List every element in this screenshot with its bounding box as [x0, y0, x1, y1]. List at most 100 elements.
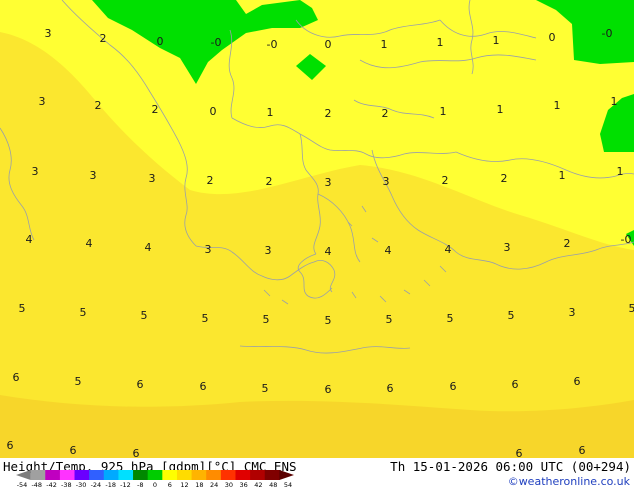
- value-label: 5: [80, 306, 87, 319]
- colorbar-tick-label: 30: [224, 481, 234, 489]
- value-label: 1: [559, 169, 566, 182]
- colorbar-segment: [250, 470, 266, 480]
- colorbar-segment: [206, 470, 222, 480]
- value-label: 1: [381, 38, 388, 51]
- value-label: 3: [149, 172, 156, 185]
- value-label: 3: [504, 241, 511, 254]
- colorbar-tick-label: 54: [283, 481, 293, 489]
- value-label: 5: [19, 302, 26, 315]
- value-label: 4: [86, 237, 93, 250]
- value-label: 1: [617, 165, 624, 178]
- colorbar-segment: [235, 470, 251, 480]
- value-label: 4: [385, 244, 392, 257]
- valid-time: Th 15-01-2026 06:00 UTC (00+294): [390, 459, 631, 474]
- value-label: 6: [13, 371, 20, 384]
- value-label: -0: [267, 38, 278, 51]
- value-label: 6: [325, 383, 332, 396]
- value-label: 2: [152, 103, 159, 116]
- value-label: 5: [75, 375, 82, 388]
- colorbar-tick-label: -12: [120, 481, 131, 489]
- value-label: 5: [263, 313, 270, 326]
- value-label: 6: [579, 444, 586, 457]
- value-label: 1: [497, 103, 504, 116]
- value-label: 6: [137, 378, 144, 391]
- value-label: 2: [266, 175, 273, 188]
- colorbar-segment: [176, 470, 193, 480]
- value-label: 2: [564, 237, 571, 250]
- value-label: 6: [512, 378, 519, 391]
- credit-link[interactable]: ©weatheronline.co.uk: [508, 475, 630, 488]
- colorbar-segment: [118, 470, 134, 480]
- colorbar-tick-label: -48: [31, 481, 43, 489]
- value-label: 5: [141, 309, 148, 322]
- value-label: 4: [145, 241, 152, 254]
- value-label: 5: [325, 314, 332, 327]
- value-label: 3: [569, 306, 576, 319]
- value-label: 0: [325, 38, 332, 51]
- value-label: 2: [95, 99, 102, 112]
- colorbar-tick-label: -24: [90, 481, 102, 489]
- colorbar-tick-label: 6: [167, 481, 172, 489]
- value-label: -0: [621, 233, 632, 246]
- value-label: 6: [387, 382, 394, 395]
- value-label: 0: [157, 35, 164, 48]
- colorbar-segment: [264, 470, 280, 480]
- colorbar-segment: [59, 470, 76, 480]
- colorbar-tick-label: -54: [16, 481, 28, 489]
- colorbar-ticks: -54 -48 -42 -38 -30 -24 -18 -12 -8 0 6 12 18 24 30 36 42…: [16, 481, 294, 490]
- colorbar-segment: [220, 470, 236, 480]
- value-label: 6: [200, 380, 207, 393]
- colorbar-tick-label: 42: [254, 481, 263, 489]
- colorbar-segment: [30, 470, 46, 480]
- colorbar-tick-label: 18: [195, 481, 204, 489]
- value-label: 6: [516, 447, 523, 458]
- value-label: 6: [70, 444, 77, 457]
- value-label: 3: [325, 176, 332, 189]
- value-label: 1: [493, 34, 500, 47]
- colorbar-arrow-left: [16, 470, 31, 480]
- value-label: 5: [508, 309, 515, 322]
- colorbar-tick-label: 48: [269, 481, 278, 489]
- value-label: 6: [7, 439, 14, 452]
- value-label: 3: [32, 165, 39, 178]
- colorbar-tick-label: 12: [180, 481, 189, 489]
- value-label: 6: [450, 380, 457, 393]
- value-label: 2: [325, 107, 332, 120]
- value-label: 3: [383, 175, 390, 188]
- value-label: 4: [26, 233, 33, 246]
- value-label: 4: [445, 243, 452, 256]
- value-label: 1: [554, 99, 561, 112]
- value-label: 3: [265, 244, 272, 257]
- colorbar-tick-label: -38: [61, 481, 72, 489]
- colorbar-tick-label: -18: [105, 481, 116, 489]
- colorbar-tick-label: 0: [152, 481, 158, 489]
- colorbar-segment: [74, 470, 90, 480]
- value-label: 5: [262, 382, 269, 395]
- value-label: 3: [39, 95, 46, 108]
- value-label: 6: [574, 375, 581, 388]
- value-label: 1: [611, 95, 618, 108]
- value-label: 5: [447, 312, 454, 325]
- colorbar-segment: [45, 470, 61, 480]
- colorbar-segment: [103, 470, 119, 480]
- colorbar-segment: [133, 470, 149, 480]
- value-label: 2: [501, 172, 508, 185]
- value-label: 5: [202, 312, 209, 325]
- colorbar-segment: [147, 470, 163, 480]
- value-label: 1: [267, 106, 274, 119]
- value-label: 1: [437, 36, 444, 49]
- value-label: 2: [100, 32, 107, 45]
- value-label: 3: [45, 27, 52, 40]
- weather-map: 3 2 0 -0 -0 0 1 1 1 0 -0 3 2 2 0 1 2 2 1 1 1 1 3 3 3 2 2 3 3 2 2 1 1 4 4 4 3…: [0, 0, 634, 458]
- value-label: 4: [325, 245, 332, 258]
- colorbar-segment: [162, 470, 178, 480]
- value-label: 5: [386, 313, 393, 326]
- value-label: 2: [442, 174, 449, 187]
- colorbar: [16, 470, 294, 480]
- colorbar-tick-label: 24: [209, 481, 219, 489]
- colorbar-tick-label: 36: [239, 481, 248, 489]
- colorbar-arrow-right: [279, 470, 294, 480]
- value-label: 1: [440, 105, 447, 118]
- value-label: 2: [382, 107, 389, 120]
- value-label: 6: [133, 447, 140, 458]
